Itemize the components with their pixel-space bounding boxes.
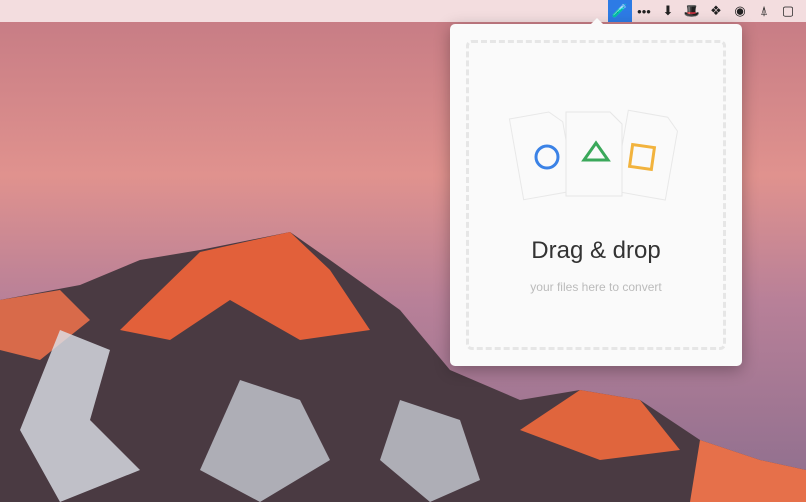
drop-title: Drag & drop	[531, 237, 661, 264]
square-icon[interactable]: ▢	[776, 0, 800, 22]
download-box-icon[interactable]: ⬇	[656, 0, 680, 22]
converter-app-icon[interactable]: 🧪	[608, 0, 632, 22]
broom-icon[interactable]: ⍋	[752, 0, 776, 22]
dropbox-icon[interactable]: ❖	[704, 0, 728, 22]
hat-icon[interactable]: 🎩	[680, 0, 704, 22]
converter-popover: Drag & drop your files here to convert	[450, 18, 742, 366]
more-dots-icon[interactable]: •••	[632, 0, 656, 22]
menu-bar: 🧪 ••• ⬇ 🎩 ❖ ◉ ⍋ ▢	[0, 0, 806, 22]
sync-icon[interactable]: ◉	[728, 0, 752, 22]
files-illustration-icon	[508, 109, 678, 201]
drop-subtitle: your files here to convert	[530, 280, 662, 294]
